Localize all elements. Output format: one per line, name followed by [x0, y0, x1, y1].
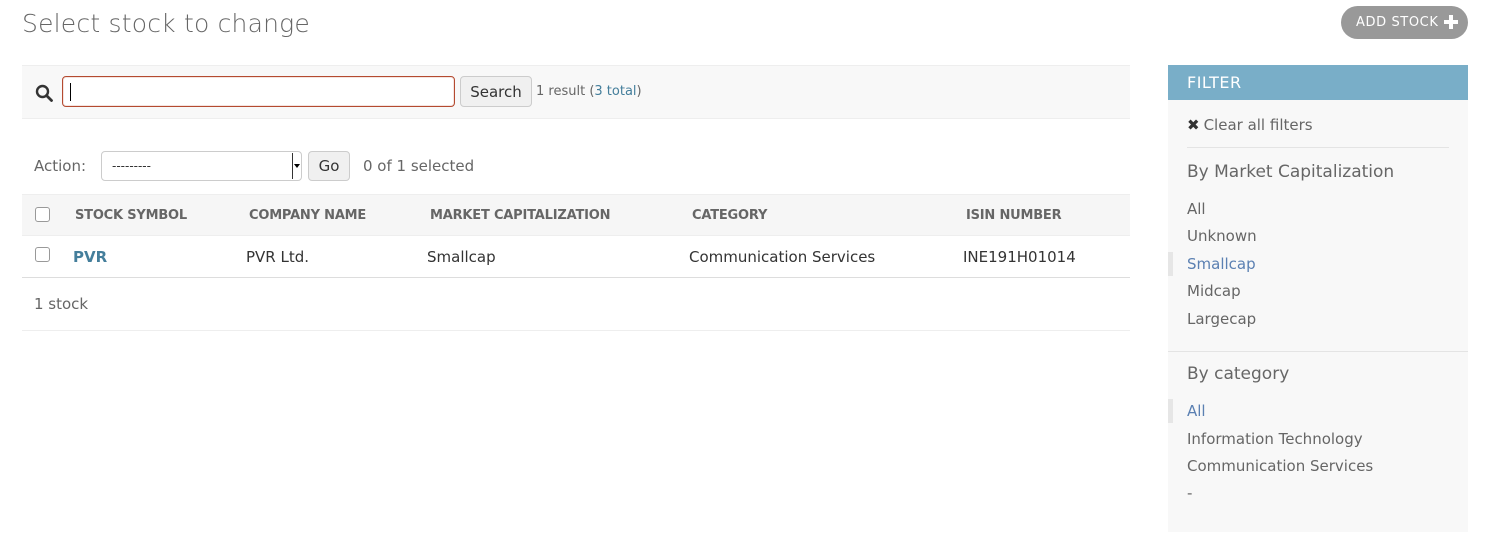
add-stock-label: ADD STOCK: [1356, 15, 1439, 30]
dropdown-arrow-icon: [292, 153, 300, 179]
filter-sidebar: FILTER ✖ Clear all filters By Market Capi…: [1168, 65, 1468, 532]
filter-market-cap-smallcap[interactable]: Smallcap: [1187, 255, 1256, 273]
category-cell: Communication Services: [689, 248, 876, 266]
header-stock-symbol[interactable]: STOCK SYMBOL: [75, 208, 187, 223]
company-name-cell: PVR Ltd.: [246, 248, 310, 266]
row-checkbox[interactable]: [35, 247, 50, 262]
go-button[interactable]: Go: [308, 151, 350, 181]
clear-filters-link[interactable]: ✖ Clear all filters: [1187, 116, 1313, 134]
plus-icon: [1444, 15, 1458, 29]
divider: [1187, 147, 1449, 148]
stock-symbol-link[interactable]: PVR: [73, 248, 107, 266]
filter-category-all[interactable]: All: [1187, 402, 1206, 420]
search-input[interactable]: [62, 76, 455, 107]
selected-indicator: [1168, 399, 1173, 423]
filter-category-empty[interactable]: -: [1187, 484, 1192, 502]
filter-market-cap-unknown[interactable]: Unknown: [1187, 227, 1257, 245]
filter-market-cap-all[interactable]: All: [1187, 200, 1206, 218]
search-toolbar: Search 1 result (3 total): [22, 65, 1130, 119]
filter-title-market-cap: By Market Capitalization: [1187, 162, 1395, 182]
header-category[interactable]: CATEGORY: [692, 208, 767, 223]
result-count: 1 result (3 total): [536, 84, 642, 99]
filter-title-category: By category: [1187, 364, 1290, 384]
result-footer: 1 stock: [22, 278, 1130, 331]
filter-market-cap-midcap[interactable]: Midcap: [1187, 282, 1241, 300]
search-icon: [35, 84, 53, 102]
action-select-value: ---------: [112, 159, 151, 173]
action-label: Action:: [34, 157, 87, 175]
result-count-text: 1 result (: [536, 84, 595, 99]
selected-count: 0 of 1 selected: [363, 157, 475, 175]
header-isin-number[interactable]: ISIN NUMBER: [966, 208, 1062, 223]
page-title: Select stock to change: [22, 9, 310, 38]
table-row: PVR PVR Ltd. Smallcap Communication Serv…: [22, 236, 1130, 278]
add-stock-button[interactable]: ADD STOCK: [1341, 6, 1468, 39]
filter-category-information-technology[interactable]: Information Technology: [1187, 430, 1363, 448]
filter-heading: FILTER: [1168, 65, 1468, 100]
selected-indicator: [1168, 252, 1173, 276]
market-cap-cell: Smallcap: [427, 248, 496, 266]
select-all-checkbox[interactable]: [35, 207, 50, 222]
filter-category-communication-services[interactable]: Communication Services: [1187, 457, 1373, 475]
results-table: STOCK SYMBOL COMPANY NAME MARKET CAPITAL…: [22, 194, 1130, 278]
table-header: STOCK SYMBOL COMPANY NAME MARKET CAPITAL…: [22, 194, 1130, 236]
search-button[interactable]: Search: [460, 76, 532, 107]
divider: [1168, 351, 1468, 352]
stock-count: 1 stock: [34, 295, 89, 313]
close-icon: ✖: [1187, 116, 1200, 134]
text-caret: [70, 83, 71, 101]
isin-cell: INE191H01014: [963, 248, 1076, 266]
result-count-suffix: ): [636, 84, 642, 99]
action-select[interactable]: ---------: [101, 151, 302, 181]
header-company-name[interactable]: COMPANY NAME: [249, 208, 366, 223]
clear-filters-label: Clear all filters: [1203, 116, 1313, 134]
show-all-link[interactable]: 3 total: [594, 84, 636, 99]
header-market-capitalization[interactable]: MARKET CAPITALIZATION: [430, 208, 610, 223]
filter-market-cap-largecap[interactable]: Largecap: [1187, 310, 1256, 328]
